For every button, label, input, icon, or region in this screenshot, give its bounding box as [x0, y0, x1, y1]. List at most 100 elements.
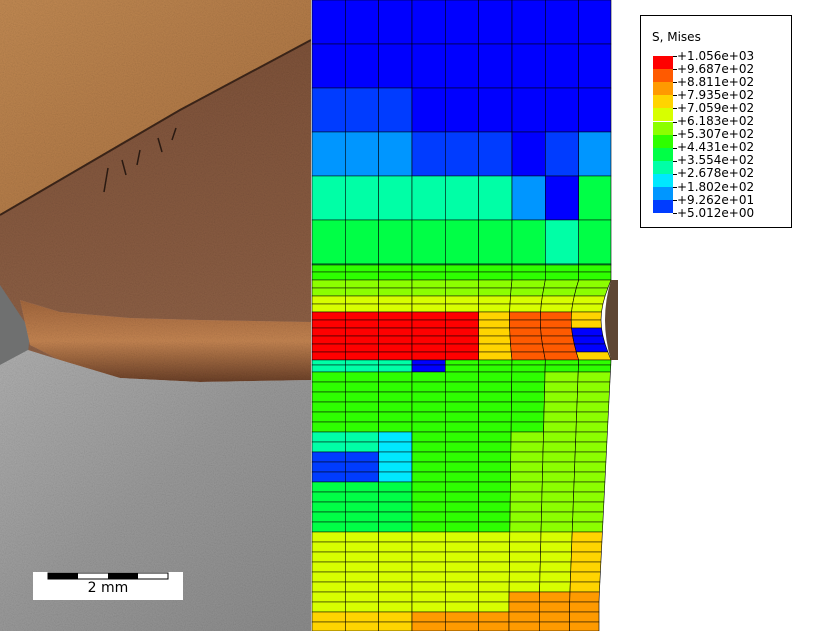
- mesh-element: [571, 327, 604, 337]
- mesh-element: [445, 381, 479, 393]
- mesh-element: [445, 591, 479, 603]
- mesh-element: [511, 264, 546, 273]
- mesh-element: [573, 471, 606, 483]
- mesh-element: [478, 87, 513, 133]
- mesh-element: [511, 87, 546, 133]
- mesh-element: [445, 371, 479, 383]
- mesh-element: [510, 451, 544, 463]
- mesh-element: [478, 481, 511, 493]
- legend-tick: [673, 147, 677, 149]
- mesh-element: [445, 319, 479, 329]
- mesh-element: [344, 621, 379, 631]
- mesh-element: [378, 421, 413, 433]
- mesh-element: [411, 343, 446, 353]
- mesh-element: [311, 581, 346, 593]
- mesh-element: [378, 271, 413, 281]
- mesh-element: [344, 471, 379, 483]
- mesh-element: [510, 401, 545, 413]
- legend-title: S, Mises: [652, 30, 701, 44]
- mesh-element: [378, 441, 413, 453]
- mesh-element: [411, 511, 446, 523]
- mesh-element: [509, 303, 542, 313]
- mesh-element: [569, 581, 601, 593]
- mesh-element: [378, 621, 413, 631]
- legend-swatch: [653, 134, 673, 148]
- mesh-element: [311, 411, 346, 423]
- mesh-element: [344, 327, 379, 337]
- mesh-element: [574, 461, 607, 473]
- mesh-element: [344, 411, 379, 423]
- mesh-element: [411, 551, 446, 563]
- mesh-element: [571, 541, 603, 553]
- legend-swatch: [653, 56, 673, 70]
- mesh-element: [543, 279, 580, 289]
- mesh-element: [569, 611, 600, 623]
- mesh-element: [311, 621, 346, 631]
- mesh-element: [478, 501, 511, 513]
- mesh-element: [572, 295, 606, 305]
- mesh-element: [478, 327, 511, 337]
- mesh-element: [445, 411, 479, 423]
- micrograph-photo: [0, 0, 311, 631]
- mesh-element: [542, 287, 577, 297]
- mesh-element: [378, 319, 413, 329]
- mesh-element: [509, 521, 542, 533]
- mesh-element: [311, 327, 346, 337]
- mesh-element: [344, 561, 379, 573]
- mesh-element: [344, 501, 379, 513]
- mesh-element: [311, 131, 346, 177]
- mesh-element: [445, 311, 479, 321]
- mesh-element: [508, 601, 540, 613]
- mesh-element: [510, 461, 544, 473]
- mesh-element: [411, 371, 446, 383]
- mesh-element: [344, 611, 379, 623]
- mesh-element: [510, 351, 546, 361]
- mesh-element: [511, 271, 546, 281]
- mesh-element: [511, 219, 546, 265]
- mesh-element: [570, 311, 602, 321]
- mesh-element: [411, 391, 446, 403]
- legend-label: +9.687e+02: [677, 61, 755, 76]
- mesh-element: [311, 451, 346, 463]
- mesh-element: [311, 521, 346, 533]
- mesh-element: [478, 0, 513, 45]
- mesh-element: [478, 359, 513, 366]
- mesh-element: [378, 551, 413, 563]
- mesh-element: [311, 601, 346, 613]
- mesh-element: [539, 561, 572, 573]
- mesh-element: [311, 441, 346, 453]
- mesh-element: [344, 431, 379, 443]
- mesh-element: [540, 295, 575, 305]
- mesh-element: [311, 311, 346, 321]
- mesh-element: [445, 531, 479, 543]
- legend-swatch: [653, 200, 673, 214]
- mesh-element: [411, 411, 446, 423]
- mesh-element: [445, 521, 479, 533]
- mesh-element: [478, 264, 513, 273]
- mesh-element: [344, 421, 379, 433]
- mesh-element: [445, 327, 479, 337]
- mesh-element: [344, 531, 379, 543]
- mesh-element: [411, 335, 446, 345]
- mesh-element: [445, 271, 479, 281]
- mesh-element: [540, 511, 574, 523]
- mesh-element: [344, 311, 379, 321]
- mesh-element: [344, 343, 379, 353]
- mesh-element: [575, 351, 612, 361]
- legend-swatch: [653, 147, 673, 161]
- mesh-element: [411, 303, 446, 313]
- mesh-element: [508, 581, 541, 593]
- mesh-element: [311, 471, 346, 483]
- mesh-element: [311, 481, 346, 493]
- legend-tick: [673, 108, 677, 110]
- mesh-element: [574, 441, 608, 453]
- mesh-element: [478, 319, 510, 329]
- mesh-element: [508, 561, 541, 573]
- mesh-element: [478, 335, 511, 345]
- mesh-element: [344, 451, 379, 463]
- mesh-element: [445, 343, 479, 353]
- mesh-element: [478, 531, 511, 543]
- mesh-element: [445, 451, 479, 463]
- legend-label: +7.059e+02: [677, 100, 755, 115]
- mesh-element: [378, 391, 413, 403]
